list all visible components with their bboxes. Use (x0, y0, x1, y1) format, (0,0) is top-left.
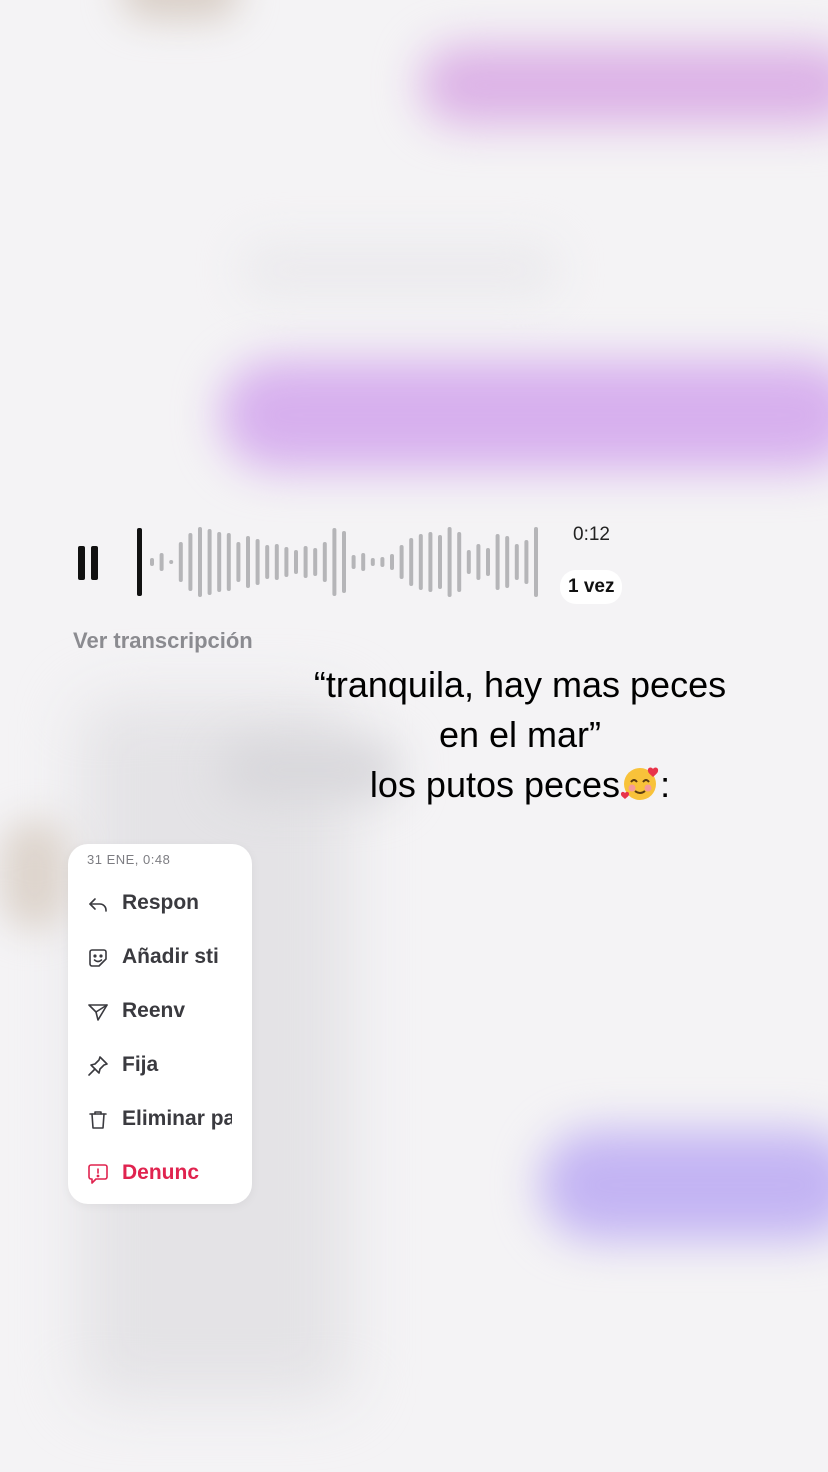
waveform-bar (226, 533, 231, 591)
waveform-bar (265, 545, 270, 579)
caption-line-1: “tranquila, hay mas peces (313, 664, 727, 705)
forward-icon (88, 1004, 108, 1021)
report-icon (88, 1164, 108, 1184)
waveform-bar (159, 553, 164, 571)
waveform-bar (524, 540, 529, 584)
waveform-bar (495, 534, 500, 590)
caption-line-3: los putos peces : (270, 760, 770, 810)
waveform-bar (409, 538, 414, 586)
waveform-bar (284, 547, 289, 577)
waveform-bar (438, 535, 442, 589)
waveform-bar (457, 532, 462, 592)
waveform-bar (476, 544, 481, 580)
menu-item-report[interactable]: Denunc (68, 1152, 252, 1196)
waveform-bar (255, 539, 260, 585)
waveform-bar (294, 550, 298, 574)
menu-item-label: Eliminar pa (122, 1107, 232, 1130)
menu-item-delete[interactable]: Eliminar pa (68, 1098, 252, 1142)
menu-item-label: Respon (122, 891, 200, 914)
waveform-bar (332, 528, 337, 596)
waveform-bar (303, 546, 308, 578)
menu-item-label: Fija (122, 1053, 159, 1076)
blurred-avatar (0, 820, 70, 930)
waveform-bar (322, 542, 327, 582)
blurred-message-bubble (540, 1130, 828, 1240)
menu-item-reply[interactable]: Respon (68, 882, 252, 926)
waveform-bar (351, 555, 356, 569)
menu-item-forward[interactable]: Reenv (68, 990, 252, 1034)
waveform-bar (217, 532, 222, 592)
view-transcription-link[interactable]: Ver transcripción (73, 628, 253, 654)
reply-icon (89, 898, 107, 912)
waveform-bar (399, 545, 404, 579)
waveform-bar (150, 558, 154, 566)
waveform-bar (169, 560, 174, 564)
message-timestamp: 31 ENE, 0:48 (87, 852, 171, 867)
waveform-bar (274, 544, 279, 580)
playback-speed-button[interactable]: 1 vez (560, 570, 623, 604)
waveform-bar (246, 536, 250, 588)
audio-waveform[interactable] (136, 520, 546, 604)
message-context-menu: 31 ENE, 0:48 Respon Añadir sti Reenv Fij… (68, 844, 252, 1204)
menu-item-pin[interactable]: Fija (68, 1044, 252, 1088)
waveform-bar (188, 533, 193, 591)
waveform-bar (466, 550, 471, 574)
waveform-bar (447, 527, 452, 597)
waveform-bar (390, 554, 394, 570)
waveform-bar (486, 548, 490, 576)
caption-text: “tranquila, hay mas peces en el mar” los… (270, 660, 770, 810)
blurred-message-bubble (420, 45, 828, 125)
waveform-bar (534, 527, 538, 597)
menu-item-add-sticker[interactable]: Añadir sti (68, 936, 252, 980)
waveform-bar (418, 534, 423, 590)
caption-line-3-suffix: : (660, 764, 671, 805)
waveform-bar (207, 529, 212, 595)
menu-item-label: Denunc (122, 1161, 200, 1184)
waveform-bar (198, 527, 202, 597)
waveform-bar (236, 542, 241, 582)
blurred-message-bubble (240, 240, 560, 300)
waveform-bar (361, 553, 366, 571)
pin-icon (88, 1056, 108, 1076)
smiling-face-with-hearts-icon (621, 767, 659, 800)
pause-button[interactable] (78, 546, 100, 580)
blurred-avatar (120, 0, 240, 20)
caption-line-3-text: los putos peces (369, 764, 621, 805)
sticker-icon (89, 949, 107, 967)
waveform-bar (505, 536, 510, 588)
waveform-bar (380, 557, 385, 567)
audio-duration: 0:12 (573, 524, 610, 545)
waveform-bar (514, 544, 519, 580)
menu-item-label: Reenv (122, 999, 186, 1022)
playhead[interactable] (137, 528, 142, 596)
waveform-bar (178, 542, 183, 582)
trash-icon (89, 1111, 107, 1129)
waveform-bar (313, 548, 318, 576)
waveform-bar (428, 532, 433, 592)
waveform-bar (370, 558, 375, 566)
menu-item-label: Añadir sti (122, 945, 219, 968)
blurred-message-bubble (220, 360, 828, 470)
caption-line-2: en el mar” (438, 714, 602, 755)
waveform-bar (342, 531, 346, 593)
